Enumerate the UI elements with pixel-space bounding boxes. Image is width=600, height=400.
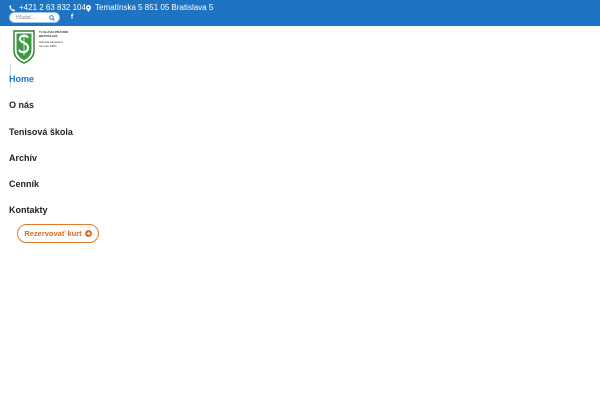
phone-icon: [9, 4, 15, 11]
search-icon: [49, 15, 55, 21]
menu-item-tenisova-skola[interactable]: Tenisová škola: [9, 123, 73, 141]
facebook-icon[interactable]: f: [68, 13, 76, 23]
search-box: [9, 12, 60, 23]
search-input[interactable]: [16, 13, 48, 22]
address-text: Tematínska 5 851 05 Bratislava 5: [95, 3, 214, 12]
map-pin-icon: [86, 4, 91, 12]
menu-item-kontakty[interactable]: Kontakty: [9, 201, 48, 219]
top-bar: +421 2 63 832 104 Tematínska 5 851 05 Br…: [0, 0, 600, 26]
club-emblem-icon: [13, 30, 35, 64]
menu-item-archiv[interactable]: Archív: [9, 149, 37, 167]
address-contact: Tematínska 5 851 05 Bratislava 5: [86, 3, 213, 13]
logo-since: od roku 1984: [39, 44, 57, 48]
site-logo[interactable]: TJ SLÁVIA PRÁVNIK BRATISLAVA História ús…: [12, 28, 76, 64]
arrow-circle-right-icon: [84, 230, 92, 237]
menu-item-home[interactable]: Home: [9, 70, 34, 88]
search-button[interactable]: [48, 14, 56, 22]
menu-item-o-nas[interactable]: O nás: [9, 96, 34, 114]
reserve-court-label: Rezervovať kurt: [24, 229, 82, 238]
logo-club-city: BRATISLAVA: [39, 34, 58, 38]
reserve-court-button[interactable]: Rezervovať kurt: [17, 224, 99, 243]
menu-item-cennik[interactable]: Cenník: [9, 175, 39, 193]
